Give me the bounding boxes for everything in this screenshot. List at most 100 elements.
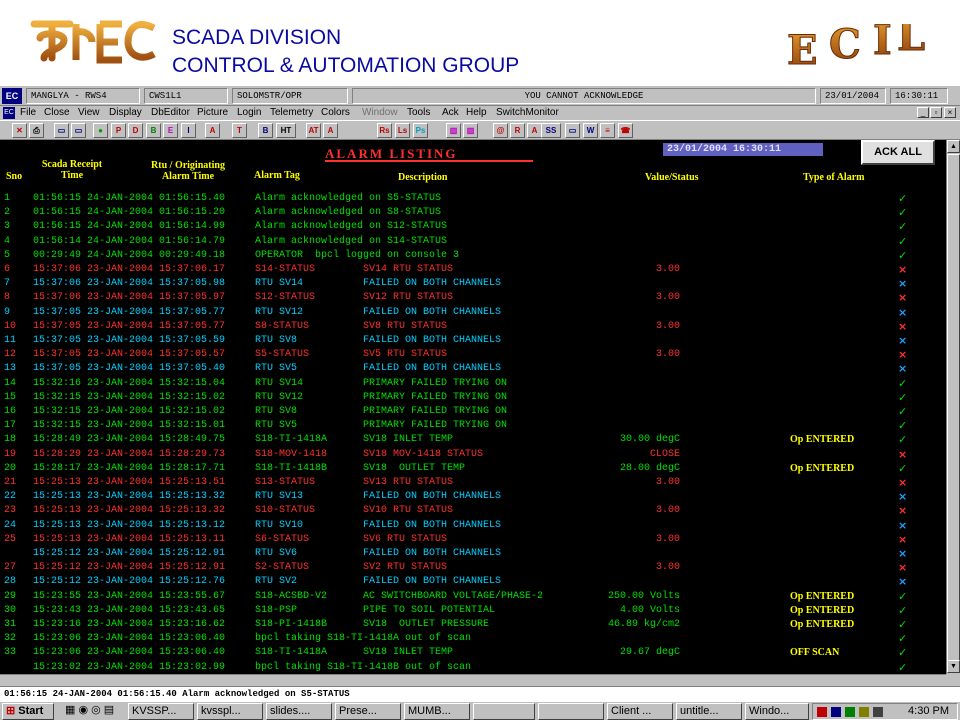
restore-button[interactable]: ▫ [930, 107, 942, 118]
t-button[interactable]: T [232, 123, 247, 138]
tray-icon-2[interactable] [831, 707, 841, 717]
b-button[interactable]: B [146, 123, 161, 138]
task-icon-1[interactable] [473, 703, 535, 720]
tray-icon-4[interactable] [859, 707, 869, 717]
clock[interactable]: 4:30 PM [908, 704, 949, 719]
alarm-row[interactable]: 2 01:56:15 24-JAN-2004 01:56:15.20 Alarm a… [0, 206, 946, 220]
vertical-scrollbar[interactable]: ▲ ▼ [946, 140, 960, 674]
alarm-row[interactable]: 13 15:37:05 23-JAN-2004 15:37:05.40 RTU SV… [0, 362, 946, 376]
menu-dbeditor[interactable]: DbEditor [151, 106, 190, 120]
alarm-row[interactable]: 16 15:32:15 23-JAN-2004 15:32:15.02 RTU SV… [0, 405, 946, 419]
rs-button[interactable]: Rs [377, 123, 392, 138]
ls-button[interactable]: Ls [395, 123, 410, 138]
alarm-row[interactable]: 10 15:37:05 23-JAN-2004 15:37:05.77 S8-STA… [0, 320, 946, 334]
r-button[interactable]: R [510, 123, 525, 138]
tray-icon-5[interactable] [873, 707, 883, 717]
d-button[interactable]: D [128, 123, 143, 138]
horizontal-scrollbar[interactable] [0, 674, 946, 686]
task-kvsspl[interactable]: kvsspl... [197, 703, 263, 720]
scroll-up-button[interactable]: ▲ [947, 140, 960, 153]
alarm-row[interactable]: 24 15:25:13 23-JAN-2004 15:25:13.12 RTU SV… [0, 519, 946, 533]
alarm-row[interactable]: 6 15:37:06 23-JAN-2004 15:37:06.17 S14-STA… [0, 263, 946, 277]
p-button[interactable]: P [111, 123, 126, 138]
alarm-row[interactable]: 9 15:37:05 23-JAN-2004 15:37:05.77 RTU SV1… [0, 306, 946, 320]
alarm-row[interactable]: 31 15:23:16 23-JAN-2004 15:23:16.62 S18-PI… [0, 618, 946, 632]
alarm-row[interactable]: 30 15:23:43 23-JAN-2004 15:23:43.65 S18-PS… [0, 604, 946, 618]
menu-colors[interactable]: Colors [321, 106, 350, 120]
menu-tools[interactable]: Tools [407, 106, 430, 120]
alarm-row[interactable]: 12 15:37:05 23-JAN-2004 15:37:05.57 S5-STA… [0, 348, 946, 362]
bold-b-button[interactable]: B [258, 123, 273, 138]
tray-icon-3[interactable] [845, 707, 855, 717]
at-symbol-button[interactable]: @ [493, 123, 508, 138]
minimize-button[interactable]: _ [917, 107, 929, 118]
task-mumb[interactable]: MUMB... [404, 703, 470, 720]
alarm-row[interactable]: 25 15:25:13 23-JAN-2004 15:25:13.11 S6-STA… [0, 533, 946, 547]
ack-all-button[interactable]: ACK ALL [861, 140, 935, 165]
alarm-row[interactable]: 29 15:23:55 23-JAN-2004 15:23:55.67 S18-AC… [0, 590, 946, 604]
screen-icon[interactable]: ▭ [54, 123, 69, 138]
alarm-row[interactable]: 15:25:12 23-JAN-2004 15:25:12.91 RTU SV6 F… [0, 547, 946, 561]
start-button[interactable]: ⊞ Start [2, 703, 54, 720]
alarm-row[interactable]: 28 15:25:12 23-JAN-2004 15:25:12.76 RTU SV… [0, 575, 946, 589]
scroll-thumb[interactable] [947, 154, 960, 664]
menu-close[interactable]: Close [44, 106, 70, 120]
menu-login[interactable]: Login [237, 106, 261, 120]
print-icon[interactable]: ⎙ [29, 123, 44, 138]
alarm-row[interactable]: 20 15:28:17 23-JAN-2004 15:28:17.71 S18-TI… [0, 462, 946, 476]
menu-view[interactable]: View [78, 106, 100, 120]
alarm-row[interactable]: 8 15:37:06 23-JAN-2004 15:37:05.97 S12-STA… [0, 291, 946, 305]
task-slides[interactable]: slides.... [266, 703, 332, 720]
alarm-row[interactable]: 22 15:25:13 23-JAN-2004 15:25:13.32 RTU SV… [0, 490, 946, 504]
a2-button[interactable]: A [323, 123, 338, 138]
monitor-icon[interactable]: ▭ [565, 123, 580, 138]
alarm-row[interactable]: 4 01:56:14 24-JAN-2004 01:56:14.79 Alarm a… [0, 235, 946, 249]
alarm-row[interactable]: 27 15:25:12 23-JAN-2004 15:25:12.91 S2-STA… [0, 561, 946, 575]
alarm-row[interactable]: 33 15:23:06 23-JAN-2004 15:23:06.40 S18-TI… [0, 646, 946, 660]
chart-icon[interactable]: ▥ [446, 123, 461, 138]
ps-button[interactable]: Ps [413, 123, 428, 138]
alarm-row[interactable]: 14 15:32:16 23-JAN-2004 15:32:15.04 RTU SV… [0, 377, 946, 391]
tray-icon-1[interactable] [817, 707, 827, 717]
task-window[interactable]: Windo... [745, 703, 809, 720]
list-icon[interactable]: ≡ [600, 123, 615, 138]
alarm-row[interactable]: 15:23:02 23-JAN-2004 15:23:02.99 bpcl tak… [0, 661, 946, 674]
task-icon-2[interactable] [538, 703, 604, 720]
alarm-row[interactable]: 1 01:56:15 24-JAN-2004 01:56:15.40 Alarm a… [0, 192, 946, 206]
a3-button[interactable]: A [527, 123, 542, 138]
w-button[interactable]: W [583, 123, 598, 138]
phone-icon[interactable]: ☎ [618, 123, 633, 138]
menu-file[interactable]: File [20, 106, 36, 120]
task-untitled[interactable]: untitle... [676, 703, 742, 720]
alarm-row[interactable]: 11 15:37:05 23-JAN-2004 15:37:05.59 RTU SV… [0, 334, 946, 348]
at-button[interactable]: AT [306, 123, 321, 138]
i-button[interactable]: I [181, 123, 196, 138]
task-prese[interactable]: Prese... [335, 703, 401, 720]
window-menu-icon[interactable]: EC [3, 107, 15, 119]
a-button[interactable]: A [205, 123, 220, 138]
menu-display[interactable]: Display [109, 106, 142, 120]
alarm-row[interactable]: 23 15:25:13 23-JAN-2004 15:25:13.32 S10-ST… [0, 504, 946, 518]
alarm-row[interactable]: 17 15:32:15 23-JAN-2004 15:32:15.01 RTU SV… [0, 419, 946, 433]
menu-ack[interactable]: Ack [442, 106, 459, 120]
menu-telemetry[interactable]: Telemetry [270, 106, 313, 120]
ss-button[interactable]: SS [541, 123, 561, 138]
alarm-row[interactable]: 19 15:28:29 23-JAN-2004 15:28:29.73 S18-MO… [0, 448, 946, 462]
screen2-icon[interactable]: ▭ [71, 123, 86, 138]
menu-switchmonitor[interactable]: SwitchMonitor [496, 106, 559, 120]
task-kvssp1[interactable]: KVSSP... [128, 703, 194, 720]
menu-picture[interactable]: Picture [197, 106, 228, 120]
close-button[interactable]: × [944, 107, 956, 118]
menu-window[interactable]: Window [362, 106, 398, 120]
menu-help[interactable]: Help [466, 106, 487, 120]
alarm-row[interactable]: 15 15:32:15 23-JAN-2004 15:32:15.02 RTU SV… [0, 391, 946, 405]
dot-icon[interactable]: ● [93, 123, 108, 138]
alarm-row[interactable]: 5 00:29:49 24-JAN-2004 00:29:49.18 OPERATO… [0, 249, 946, 263]
alarm-row[interactable]: 21 15:25:13 23-JAN-2004 15:25:13.51 S13-ST… [0, 476, 946, 490]
alarm-row[interactable]: 7 15:37:06 23-JAN-2004 15:37:05.98 RTU SV1… [0, 277, 946, 291]
exit-icon[interactable]: ✕ [12, 123, 27, 138]
alarm-row[interactable]: 18 15:28:49 23-JAN-2004 15:28:49.75 S18-TI… [0, 433, 946, 447]
quick-launch-icons[interactable]: ▦ ◉ ◎ ▤ [65, 704, 114, 716]
task-client[interactable]: Client ... [607, 703, 673, 720]
chart2-icon[interactable]: ▥ [463, 123, 478, 138]
